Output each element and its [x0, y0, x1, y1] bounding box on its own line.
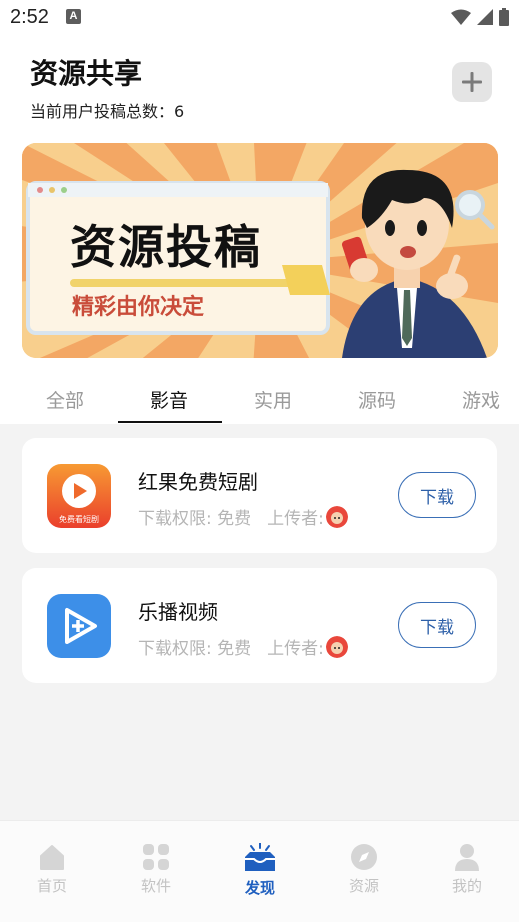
bottom-nav: 首页 软件 发现 资源 我的 [0, 820, 519, 922]
category-tabs: 全部 影音 实用 源码 游戏 [0, 372, 519, 424]
tab-games[interactable]: 游戏 [462, 386, 500, 413]
status-icons [451, 8, 509, 26]
uploader-label: 上传者: [267, 639, 324, 659]
nav-discover-label: 发现 [244, 879, 275, 897]
app-name: 红果免费短剧 [138, 470, 258, 494]
app-icon-caption: 免费看短剧 [59, 515, 99, 524]
nav-software[interactable]: 软件 [121, 843, 191, 896]
uploader-avatar [325, 505, 348, 528]
compass-icon [351, 844, 377, 870]
app-icon: 免费看短剧 [47, 464, 111, 528]
nav-resources-label: 资源 [348, 877, 379, 895]
uploader-label: 上传者: [267, 509, 324, 529]
banner-title: 资源投稿 [70, 220, 262, 274]
lebo-play-icon [47, 594, 111, 658]
app-meta: 下载权限: 免费 上传者: [138, 634, 348, 659]
download-permission: 下载权限: 免费 [138, 509, 252, 529]
page-title: 资源共享 [30, 57, 143, 90]
banner-subtitle: 精彩由你决定 [72, 295, 205, 320]
home-icon [40, 845, 64, 870]
promo-banner[interactable]: 资源投稿 精彩由你决定 [22, 143, 498, 358]
nav-mine-label: 我的 [451, 877, 482, 895]
app-meta: 下载权限: 免费 上传者: [138, 504, 348, 529]
status-bar: 2:52 A [0, 0, 519, 36]
keyboard-indicator-icon: A [66, 9, 81, 24]
nav-home-label: 首页 [36, 877, 67, 895]
header: 资源共享 当前用户投稿总数：6 [0, 36, 519, 136]
battery-icon [499, 8, 509, 26]
plus-icon [462, 72, 482, 92]
tab-media[interactable]: 影音 [150, 386, 188, 413]
uploader-avatar [325, 635, 348, 658]
grid-icon [143, 844, 169, 870]
download-permission: 下载权限: 免费 [138, 639, 252, 659]
download-button[interactable]: 下载 [398, 602, 476, 648]
nav-home[interactable]: 首页 [17, 843, 87, 896]
nav-discover[interactable]: 发现 [225, 843, 295, 898]
submission-count: 当前用户投稿总数：6 [30, 102, 185, 121]
cartoon-boy-illustration [341, 169, 487, 358]
tab-all[interactable]: 全部 [46, 386, 84, 413]
resource-list: 免费看短剧 红果免费短剧 下载权限: 免费 上传者: 下载 乐播视频 下载权限:… [0, 424, 519, 820]
wifi-icon [451, 9, 471, 25]
download-button[interactable]: 下载 [398, 472, 476, 518]
app-name: 乐播视频 [138, 600, 218, 624]
signal-icon [477, 9, 493, 25]
add-button[interactable] [452, 62, 492, 102]
list-item[interactable]: 免费看短剧 红果免费短剧 下载权限: 免费 上传者: 下载 [22, 438, 497, 553]
nav-software-label: 软件 [140, 877, 171, 895]
nav-mine[interactable]: 我的 [432, 843, 502, 896]
status-time: 2:52 [10, 6, 49, 28]
tab-source-code[interactable]: 源码 [358, 386, 396, 413]
nav-resources[interactable]: 资源 [329, 843, 399, 896]
tab-utility[interactable]: 实用 [254, 386, 292, 413]
active-tab-indicator [118, 421, 222, 423]
app-icon [47, 594, 111, 658]
list-item[interactable]: 乐播视频 下载权限: 免费 上传者: 下载 [22, 568, 497, 683]
user-icon [455, 844, 479, 871]
inbox-icon [245, 843, 275, 871]
